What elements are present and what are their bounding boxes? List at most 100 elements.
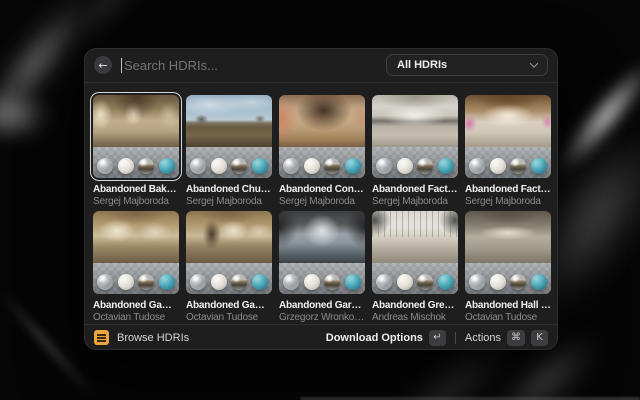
back-button[interactable]: ← bbox=[94, 56, 112, 74]
hdri-title: Abandoned Church bbox=[186, 183, 272, 196]
material-preview-strip bbox=[93, 263, 179, 294]
hdri-author: Octavian Tudose bbox=[186, 312, 272, 324]
chrome-sphere-icon bbox=[417, 158, 433, 174]
k-key-icon: K bbox=[531, 330, 548, 346]
diffuse-sphere-icon bbox=[397, 274, 413, 290]
hdri-item[interactable]: Abandoned Factory... Sergej Majboroda bbox=[372, 95, 458, 208]
search-input[interactable]: Search HDRIs... bbox=[124, 58, 218, 73]
hdri-thumbnail[interactable] bbox=[465, 95, 551, 178]
material-preview-strip bbox=[93, 147, 179, 178]
diffuse-sphere-icon bbox=[490, 274, 506, 290]
chrome-sphere-icon bbox=[138, 274, 154, 290]
hdri-thumbnail[interactable] bbox=[279, 211, 365, 294]
glass-sphere-icon bbox=[190, 274, 206, 290]
diffuse-sphere-icon bbox=[211, 274, 227, 290]
background-streak bbox=[544, 49, 640, 186]
hdri-author: Sergej Majboroda bbox=[93, 196, 179, 208]
hdri-panorama-image bbox=[93, 95, 179, 147]
filter-dropdown-value: All HDRIs bbox=[397, 59, 447, 71]
diffuse-sphere-icon bbox=[304, 158, 320, 174]
material-preview-strip bbox=[372, 147, 458, 178]
material-preview-strip bbox=[372, 263, 458, 294]
hdri-title: Abandoned Games R... bbox=[186, 299, 272, 312]
material-preview-strip bbox=[186, 147, 272, 178]
hdri-item[interactable]: Abandoned Church Sergej Majboroda bbox=[186, 95, 272, 208]
filter-dropdown[interactable]: All HDRIs bbox=[386, 54, 548, 76]
hdri-item[interactable]: Abandoned Games R... Octavian Tudose bbox=[93, 211, 179, 324]
hdri-item[interactable]: Abandoned Bakery Sergej Majboroda bbox=[93, 95, 179, 208]
diffuse-sphere-icon bbox=[304, 274, 320, 290]
glass-sphere-icon bbox=[283, 274, 299, 290]
hdri-title: Abandoned Garage bbox=[279, 299, 365, 312]
hdri-thumbnail[interactable] bbox=[186, 95, 272, 178]
hdri-author: Sergej Majboroda bbox=[186, 196, 272, 208]
hdri-title: Abandoned Greenho... bbox=[372, 299, 458, 312]
hdri-title: Abandoned Construc... bbox=[279, 183, 365, 196]
hdri-author: Octavian Tudose bbox=[93, 312, 179, 324]
hdri-browser-window: ← Search HDRIs... All HDRIs Abandoned Ba… bbox=[84, 48, 558, 350]
hdri-item[interactable]: Abandoned Games R... Octavian Tudose bbox=[186, 211, 272, 324]
search-bar: ← Search HDRIs... All HDRIs bbox=[84, 48, 558, 83]
hdri-panorama-image bbox=[93, 211, 179, 263]
glass-sphere-icon bbox=[283, 158, 299, 174]
hdri-thumbnail[interactable] bbox=[465, 211, 551, 294]
hdri-thumbnail[interactable] bbox=[93, 211, 179, 294]
rough-sphere-icon bbox=[252, 158, 268, 174]
hdri-author: Octavian Tudose bbox=[465, 312, 551, 324]
hdri-thumbnail[interactable] bbox=[372, 211, 458, 294]
hdri-item[interactable]: Abandoned Construc... Sergej Majboroda bbox=[279, 95, 365, 208]
rough-sphere-icon bbox=[531, 158, 547, 174]
chrome-sphere-icon bbox=[324, 274, 340, 290]
material-preview-strip bbox=[279, 263, 365, 294]
hdri-thumbnail[interactable] bbox=[372, 95, 458, 178]
polyhaven-logo-icon bbox=[94, 330, 109, 345]
rough-sphere-icon bbox=[438, 158, 454, 174]
back-arrow-icon: ← bbox=[98, 59, 107, 72]
hdri-panorama-image bbox=[279, 95, 365, 147]
chrome-sphere-icon bbox=[138, 158, 154, 174]
command-label: Browse HDRIs bbox=[117, 332, 189, 344]
rough-sphere-icon bbox=[159, 274, 175, 290]
diffuse-sphere-icon bbox=[118, 274, 134, 290]
material-preview-strip bbox=[279, 147, 365, 178]
rough-sphere-icon bbox=[345, 158, 361, 174]
hdri-panorama-image bbox=[279, 211, 365, 263]
diffuse-sphere-icon bbox=[118, 158, 134, 174]
hdri-author: Sergej Majboroda bbox=[279, 196, 365, 208]
command-key-icon: ⌘ bbox=[507, 330, 525, 346]
action-bar-right: Download Options ↵ Actions ⌘ K bbox=[326, 330, 548, 346]
glass-sphere-icon bbox=[190, 158, 206, 174]
diffuse-sphere-icon bbox=[211, 158, 227, 174]
hdri-item[interactable]: Abandoned Hall 01 Octavian Tudose bbox=[465, 211, 551, 324]
hdri-title: Abandoned Factory... bbox=[372, 183, 458, 196]
actions-button[interactable]: Actions bbox=[465, 332, 501, 344]
hdri-item[interactable]: Abandoned Factory... Sergej Majboroda bbox=[465, 95, 551, 208]
text-cursor bbox=[121, 58, 122, 73]
chrome-sphere-icon bbox=[417, 274, 433, 290]
action-bar-divider bbox=[455, 332, 456, 344]
chrome-sphere-icon bbox=[231, 274, 247, 290]
hdri-item[interactable]: Abandoned Garage Grzegorz Wronkowski bbox=[279, 211, 365, 324]
hdri-panorama-image bbox=[465, 211, 551, 263]
hdri-panorama-image bbox=[186, 211, 272, 263]
hdri-panorama-image bbox=[372, 211, 458, 263]
hdri-grid: Abandoned Bakery Sergej Majboroda Abando… bbox=[84, 83, 558, 324]
rough-sphere-icon bbox=[438, 274, 454, 290]
glass-sphere-icon bbox=[97, 274, 113, 290]
glass-sphere-icon bbox=[469, 158, 485, 174]
rough-sphere-icon bbox=[345, 274, 361, 290]
chrome-sphere-icon bbox=[324, 158, 340, 174]
hdri-panorama-image bbox=[186, 95, 272, 147]
hdri-thumbnail[interactable] bbox=[279, 95, 365, 178]
action-bar: Browse HDRIs Download Options ↵ Actions … bbox=[84, 324, 558, 350]
hdri-thumbnail[interactable] bbox=[186, 211, 272, 294]
hdri-title: Abandoned Games R... bbox=[93, 299, 179, 312]
rough-sphere-icon bbox=[252, 274, 268, 290]
hdri-thumbnail[interactable] bbox=[93, 95, 179, 178]
hdri-item[interactable]: Abandoned Greenho... Andreas Mischok bbox=[372, 211, 458, 324]
download-options-button[interactable]: Download Options bbox=[326, 332, 423, 344]
material-preview-strip bbox=[465, 263, 551, 294]
hdri-author: Grzegorz Wronkowski bbox=[279, 312, 365, 324]
chrome-sphere-icon bbox=[231, 158, 247, 174]
background-streak bbox=[0, 92, 50, 138]
